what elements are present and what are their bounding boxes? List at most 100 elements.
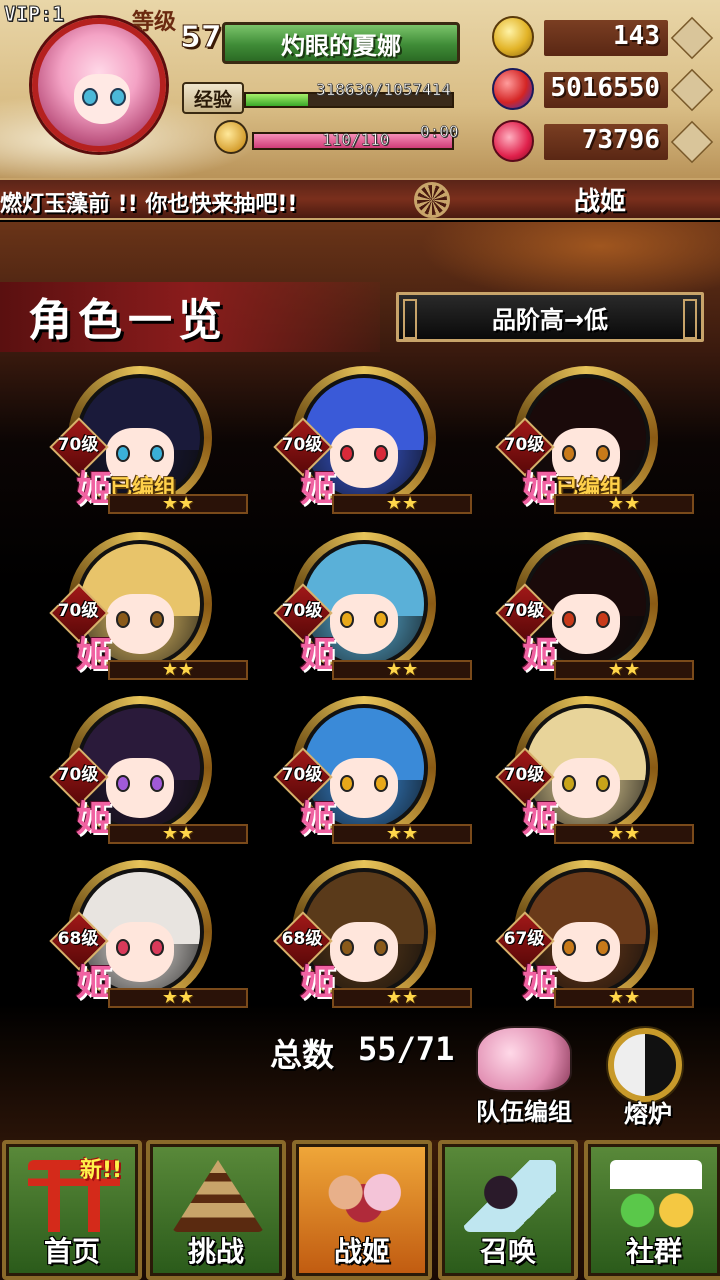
portrait-eyes xyxy=(116,939,164,956)
exp-label: 经验 xyxy=(182,82,244,114)
portrait-eye xyxy=(373,445,388,462)
character-level: 70级 xyxy=(503,601,545,621)
star-icons: ★★ xyxy=(161,493,195,514)
bottom-nav: 首页 新!! 挑战 战姬 召唤 社群 xyxy=(0,1140,720,1280)
character-card[interactable]: 70级姬 ★★ xyxy=(14,526,248,686)
portrait-eye xyxy=(340,445,355,462)
star-rating: ★★ xyxy=(108,824,248,844)
portrait-eye xyxy=(595,445,610,462)
player-avatar[interactable] xyxy=(32,18,166,152)
stamina-icon xyxy=(214,120,248,154)
portrait-eye xyxy=(116,611,131,628)
portrait-eye xyxy=(340,939,355,956)
portrait-eye xyxy=(340,775,355,792)
gem-counter[interactable]: 5016550 xyxy=(492,66,714,112)
hime-badge: 姬 xyxy=(522,798,559,840)
portrait-eye xyxy=(149,775,164,792)
character-card[interactable]: 70级姬已编组 ★★ xyxy=(460,360,694,520)
heart-counter[interactable]: 73796 xyxy=(492,118,714,164)
character-card[interactable]: 68级姬 ★★ xyxy=(238,854,472,1014)
character-level: 70级 xyxy=(281,601,323,621)
star-rating: ★★ xyxy=(332,494,472,514)
portrait-eyes xyxy=(116,445,164,462)
chat-icon xyxy=(610,1160,702,1232)
character-level: 70级 xyxy=(57,435,99,455)
nav-label: 首页 xyxy=(43,1235,100,1268)
portrait-eye xyxy=(562,775,577,792)
wheel-icon xyxy=(414,182,450,218)
portrait-eye xyxy=(116,445,131,462)
add-heart-icon[interactable] xyxy=(670,120,714,164)
team-formation-button[interactable]: 队伍编组 xyxy=(462,1022,586,1126)
star-rating: ★★ xyxy=(332,988,472,1008)
character-level: 70级 xyxy=(503,765,545,785)
portrait-eyes xyxy=(116,775,164,792)
portrait-eyes xyxy=(562,775,610,792)
hime-badge: 姬 xyxy=(522,634,559,676)
portrait-eye xyxy=(595,775,610,792)
portrait-eye xyxy=(373,939,388,956)
coin-counter[interactable]: 143 xyxy=(492,14,714,60)
nav-heroines[interactable]: 战姬 xyxy=(292,1140,432,1280)
portrait-eye xyxy=(149,445,164,462)
hime-badge: 姬 xyxy=(300,798,337,840)
hime-badge: 姬 xyxy=(76,468,113,510)
portrait-eye xyxy=(562,939,577,956)
character-card[interactable]: 70级姬 ★★ xyxy=(14,690,248,850)
character-card[interactable]: 70级姬已编组 ★★ xyxy=(14,360,248,520)
add-coin-icon[interactable] xyxy=(670,16,714,60)
coin-icon xyxy=(492,16,534,58)
character-card[interactable]: 67级姬 ★★ xyxy=(460,854,694,1014)
furnace-button[interactable]: 熔炉 xyxy=(588,1020,708,1128)
character-level: 68级 xyxy=(281,929,323,949)
character-level: 67级 xyxy=(503,929,545,949)
character-card[interactable]: 70级姬 ★★ xyxy=(238,690,472,850)
yin-yang-icon xyxy=(608,1028,682,1102)
hime-badge: 姬 xyxy=(522,962,559,1004)
portrait-eyes xyxy=(116,611,164,628)
total-label: 总数 xyxy=(270,1036,335,1074)
portrait-eye xyxy=(595,611,610,628)
hime-badge: 姬 xyxy=(522,468,559,510)
character-card[interactable]: 68级姬 ★★ xyxy=(14,854,248,1014)
vip-level: VIP:1 xyxy=(3,2,65,27)
team-formation-label: 队伍编组 xyxy=(476,1098,572,1126)
star-icons: ★★ xyxy=(607,659,641,680)
character-card[interactable]: 70级姬 ★★ xyxy=(460,690,694,850)
portrait-eye xyxy=(340,611,355,628)
nav-challenge[interactable]: 挑战 xyxy=(146,1140,286,1280)
nav-label: 召唤 xyxy=(479,1235,536,1268)
exp-value: 318630/1057414 xyxy=(316,80,451,100)
portrait-eye xyxy=(116,939,131,956)
total-count: 55/71 xyxy=(358,1030,455,1068)
nav-home[interactable]: 首页 新!! xyxy=(2,1140,142,1280)
nav-label: 社群 xyxy=(625,1235,682,1268)
character-level: 68级 xyxy=(57,929,99,949)
nav-community[interactable]: 社群 xyxy=(584,1140,720,1280)
portrait-eye xyxy=(149,939,164,956)
player-level: 57 xyxy=(180,20,223,56)
page-title: 角色一览 xyxy=(28,295,228,346)
character-card[interactable]: 70级姬 ★★ xyxy=(238,526,472,686)
gem-icon xyxy=(492,68,534,110)
star-rating: ★★ xyxy=(108,988,248,1008)
star-rating: ★★ xyxy=(554,660,694,680)
portrait-eyes xyxy=(340,611,388,628)
portrait-eye xyxy=(562,611,577,628)
star-icons: ★★ xyxy=(161,659,195,680)
section-title: 战姬 xyxy=(573,186,626,217)
add-gem-icon[interactable] xyxy=(670,68,714,112)
star-rating: ★★ xyxy=(554,494,694,514)
sort-button[interactable]: 品阶高→低 xyxy=(396,292,704,342)
star-icons: ★★ xyxy=(607,823,641,844)
heart-icon xyxy=(492,120,534,162)
character-card[interactable]: 70级姬 ★★ xyxy=(460,526,694,686)
character-level: 70级 xyxy=(57,601,99,621)
star-icons: ★★ xyxy=(161,987,195,1008)
hime-badge: 姬 xyxy=(76,962,113,1004)
heart-value: 73796 xyxy=(581,125,660,155)
character-grid: 70级姬已编组 ★★ 70级姬 ★★ 70级姬已编组 ★★ 70级姬 ★★ 70级姬 ★★ 70级姬… xyxy=(0,360,720,1020)
hime-badge: 姬 xyxy=(76,798,113,840)
nav-summon[interactable]: 召唤 xyxy=(438,1140,578,1280)
character-card[interactable]: 70级姬 ★★ xyxy=(238,360,472,520)
